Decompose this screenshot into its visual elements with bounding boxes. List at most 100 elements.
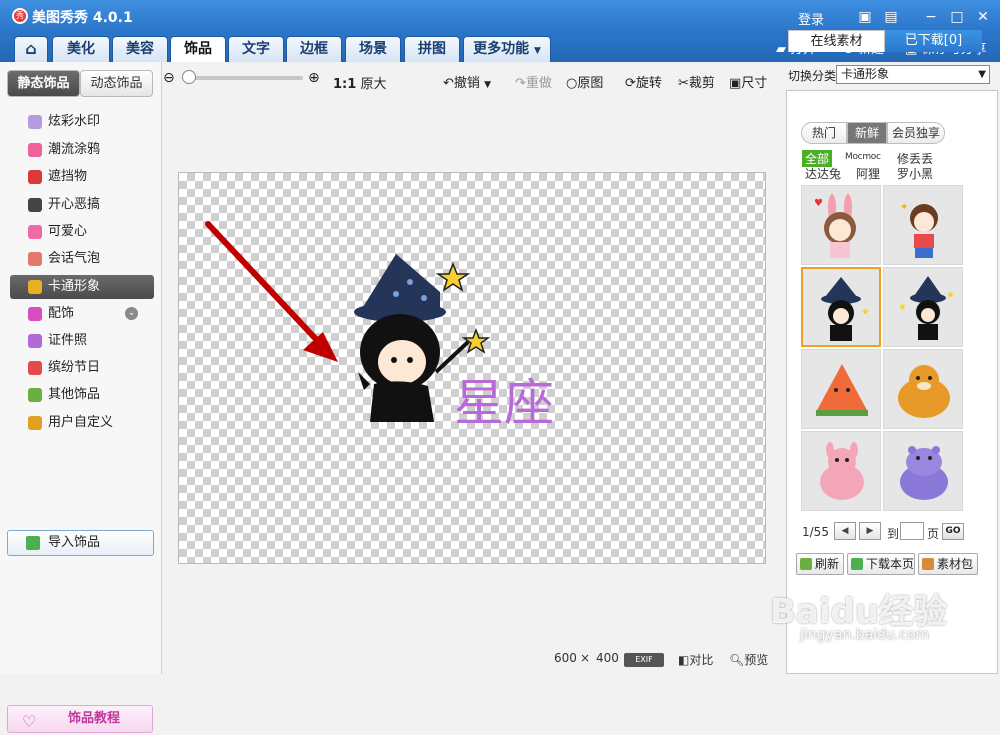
rotate-icon: ⟳	[625, 76, 636, 91]
import-decoration-button[interactable]: 导入饰品	[7, 530, 154, 556]
category-icon	[28, 252, 42, 266]
tab-online-materials[interactable]: 在线素材	[788, 30, 885, 52]
sidebar-item-6[interactable]: 卡通形象	[10, 275, 154, 299]
undo-icon: ↶	[443, 76, 454, 91]
sidebar-item-1[interactable]: 潮流涂鸦	[10, 138, 154, 162]
crop-button[interactable]: ✂裁剪	[678, 72, 715, 91]
preview-button[interactable]: 🔍︎预览	[729, 651, 768, 668]
resize-button[interactable]: ▣尺寸	[729, 72, 767, 91]
filter-new[interactable]: 新鲜	[847, 122, 887, 144]
thumbnail-purple-hippo[interactable]	[883, 431, 963, 511]
sidebar-item-8[interactable]: 证件照	[10, 329, 154, 353]
thumbnail-watermelon[interactable]	[801, 349, 881, 429]
zoom-in-icon[interactable]: ⊕	[308, 70, 320, 86]
sidebar-item-7[interactable]: 配饰 ⌄	[10, 302, 154, 326]
exif-button[interactable]: EXIF	[624, 653, 664, 667]
tab-collage[interactable]: 拼图	[404, 36, 460, 62]
expand-icon[interactable]: ⌄	[125, 307, 138, 320]
tab-downloaded[interactable]: 已下载[0]	[885, 30, 982, 52]
tab-static-decorations[interactable]: 静态饰品	[7, 70, 80, 97]
actual-size-label: 原大	[360, 77, 387, 92]
material-pack-label: 素材包	[937, 557, 974, 571]
resize-label: 尺寸	[741, 76, 768, 91]
sidebar-item-10[interactable]: 其他饰品	[10, 383, 154, 407]
page-unit-label: 页	[927, 527, 940, 541]
filter-hot[interactable]: 热门	[801, 122, 847, 144]
tab-text[interactable]: 文字	[228, 36, 284, 62]
sidebar-item-label: 潮流涂鸦	[48, 142, 101, 157]
category-icon	[28, 143, 42, 157]
redo-button[interactable]: ↷重做	[515, 72, 552, 91]
thumbnail-witch-selected[interactable]: ★	[801, 267, 881, 347]
login-link[interactable]: 登录	[798, 9, 824, 28]
thumbnail-witch-alt[interactable]: ★ ★	[883, 267, 963, 347]
sidebar-item-3[interactable]: 开心恶搞	[10, 193, 154, 217]
actual-size-button[interactable]: 1:1 原大	[333, 73, 386, 92]
svg-text:★: ★	[861, 307, 870, 318]
canvas-text-sticker[interactable]: 星座	[454, 363, 554, 435]
sidebar-item-9[interactable]: 缤纷节日	[10, 356, 154, 380]
close-icon[interactable]: ✕	[974, 8, 992, 26]
original-icon: ○	[566, 76, 578, 91]
refresh-button[interactable]: 刷新	[796, 553, 844, 575]
left-panel: 静态饰品 动态饰品 炫彩水印潮流涂鸦遮挡物开心恶搞可爱心会话气泡卡通形象配饰 ⌄ 证…	[0, 62, 162, 733]
chevron-down-icon: ▼	[978, 69, 986, 80]
zoom-out-icon[interactable]: ⊖	[163, 70, 175, 86]
app-title: 美图秀秀 4.0.1	[32, 10, 133, 26]
undo-dropdown-icon[interactable]: ▼	[484, 80, 491, 90]
sidebar-item-5[interactable]: 会话气泡	[10, 247, 154, 271]
category-icon	[28, 334, 42, 348]
category-icon	[28, 170, 42, 184]
zoom-slider-knob[interactable]	[182, 70, 196, 84]
sidebar-item-2[interactable]: 遮挡物	[10, 165, 154, 189]
refresh-icon	[800, 558, 812, 570]
thumbnail-pink-plush[interactable]	[801, 431, 881, 511]
author-mocmoc[interactable]: Mocmoc	[845, 152, 881, 162]
category-select[interactable]: 卡通形象 ▼	[836, 65, 990, 84]
tab-home[interactable]: ⌂	[14, 36, 48, 62]
decoration-tutorial-button[interactable]: ♡ 饰品教程	[7, 705, 153, 733]
redo-label: 重做	[525, 76, 552, 91]
compare-button[interactable]: ◧对比	[678, 651, 713, 668]
sidebar-item-11[interactable]: 用户自定义	[10, 411, 154, 435]
thumbnail-bunny-girl[interactable]: ♥	[801, 185, 881, 265]
sidebar-item-label: 证件照	[48, 333, 88, 348]
sidebar-item-0[interactable]: 炫彩水印	[10, 110, 154, 134]
sidebar-item-label: 配饰	[48, 306, 75, 321]
author-dadatu[interactable]: 达达兔	[805, 165, 841, 182]
tab-face[interactable]: 美容	[112, 36, 168, 62]
sidebar-item-label: 用户自定义	[48, 415, 114, 430]
next-page-button[interactable]: ▶	[859, 522, 881, 540]
thumbnail-boy[interactable]: ✦	[883, 185, 963, 265]
author-ali[interactable]: 阿狸	[856, 165, 880, 182]
original-label: 原图	[577, 76, 604, 91]
baidu-watermark-url: jingyan.baidu.com	[800, 627, 930, 643]
tab-animated-decorations[interactable]: 动态饰品	[80, 70, 153, 97]
tab-more-features[interactable]: 更多功能 ▼	[463, 36, 551, 62]
author-luoxiaohei[interactable]: 罗小黑	[897, 165, 933, 182]
skin-icon[interactable]: ▤	[882, 8, 900, 26]
download-page-button[interactable]: 下载本页	[847, 553, 915, 575]
sidebar-item-label: 可爱心	[48, 224, 88, 239]
tutorial-label: 饰品教程	[68, 711, 121, 726]
tab-frame[interactable]: 边框	[286, 36, 342, 62]
category-icon	[28, 115, 42, 129]
prev-page-button[interactable]: ◀	[834, 522, 856, 540]
tab-scene[interactable]: 场景	[345, 36, 401, 62]
tab-decorations[interactable]: 饰品	[170, 36, 226, 62]
page-number-input[interactable]	[900, 522, 924, 540]
tab-beautify[interactable]: 美化	[52, 36, 110, 62]
material-pack-button[interactable]: 素材包	[918, 553, 978, 575]
minimize-icon[interactable]: −	[922, 8, 940, 26]
original-button[interactable]: ○原图	[566, 72, 603, 91]
thumbnail-tiger[interactable]	[883, 349, 963, 429]
filter-vip[interactable]: 会员独享	[887, 122, 945, 144]
zoom-slider[interactable]	[183, 76, 303, 80]
go-button[interactable]: GO	[942, 523, 964, 540]
undo-button[interactable]: ↶撤销 ▼	[443, 72, 491, 91]
feedback-icon[interactable]: ▣	[856, 8, 874, 26]
chevron-down-icon: ▼	[533, 46, 541, 56]
maximize-icon[interactable]: □	[948, 8, 966, 26]
rotate-button[interactable]: ⟳旋转	[625, 72, 662, 91]
sidebar-item-4[interactable]: 可爱心	[10, 220, 154, 244]
